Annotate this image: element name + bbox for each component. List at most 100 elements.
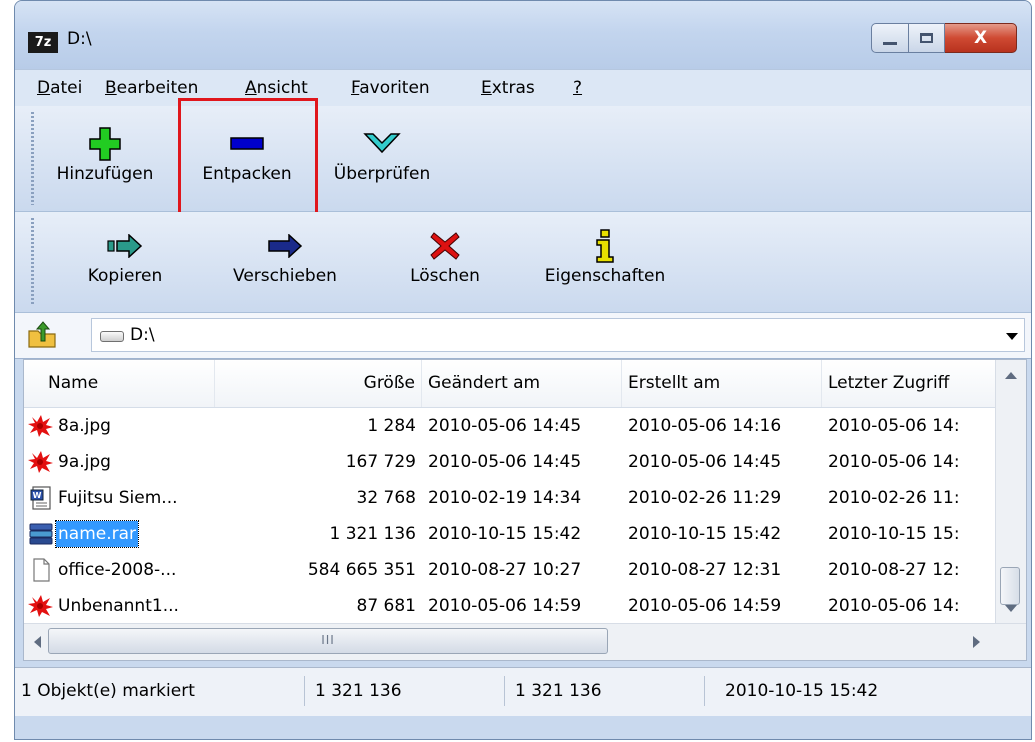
app-window: 7z D:\ X Datei Bearbeiten Ansicht Favori… xyxy=(14,0,1032,740)
file-size-cell: 584 665 351 xyxy=(307,560,416,580)
move-button[interactable]: Verschieben xyxy=(215,226,355,286)
add-button[interactable]: Hinzufügen xyxy=(39,124,171,184)
properties-label: Eigenschaften xyxy=(544,266,666,286)
file-name-label: Fujitsu Siem... xyxy=(58,488,178,508)
table-row[interactable]: Unbenannt1... 87 681 2010-05-06 14:59 2010-… xyxy=(24,588,996,624)
file-name-label: 8a.jpg xyxy=(58,416,111,436)
file-accessed-cell: 2010-08-27 12: xyxy=(828,560,960,580)
delete-button[interactable]: Löschen xyxy=(395,226,495,286)
file-modified-cell: 2010-05-06 14:45 xyxy=(428,416,582,436)
path-text: D:\ xyxy=(130,325,155,345)
file-accessed-cell: 2010-10-15 15: xyxy=(828,524,960,544)
table-row[interactable]: 9a.jpg 167 729 2010-05-06 14:45 2010-05-06 … xyxy=(24,444,996,480)
close-icon: X xyxy=(973,28,988,48)
file-list: Name Größe Geändert am Erstellt am Letzt… xyxy=(23,359,1027,661)
drive-icon xyxy=(100,331,124,342)
menu-extras[interactable]: Extras xyxy=(481,78,535,98)
path-combobox[interactable]: D:\ xyxy=(91,318,1025,352)
app-logo-icon: 7z xyxy=(28,32,58,53)
file-name-cell: Unbenannt1... xyxy=(24,588,215,624)
title-bar[interactable]: 7z D:\ X xyxy=(15,1,1031,69)
image-file-icon xyxy=(28,594,54,618)
file-name-label: Unbenannt1... xyxy=(58,596,179,616)
rar-archive-icon xyxy=(28,522,54,546)
move-arrow-icon xyxy=(215,226,355,266)
chevron-down-icon[interactable] xyxy=(1006,333,1018,340)
file-accessed-cell: 2010-05-06 14: xyxy=(828,452,960,472)
menu-favoriten[interactable]: Favoriten xyxy=(351,78,430,98)
info-icon xyxy=(535,226,675,266)
menu-accelerator: ? xyxy=(573,78,583,98)
maximize-icon xyxy=(920,33,933,43)
status-bar: 1 Objekt(e) markiert 1 321 136 1 321 136… xyxy=(15,667,1031,716)
menu-bearbeiten[interactable]: Bearbeiten xyxy=(105,78,198,98)
menu-label: avoriten xyxy=(359,78,430,98)
file-size-cell: 32 768 xyxy=(356,488,416,508)
table-row[interactable]: name.rar 1 321 136 2010-10-15 15:42 2010-10… xyxy=(24,516,996,552)
menu-ansicht[interactable]: Ansicht xyxy=(245,78,308,98)
file-size-cell: 1 284 xyxy=(367,416,416,436)
file-name-cell: office-2008-... xyxy=(24,552,215,588)
test-button[interactable]: Überprüfen xyxy=(319,124,445,184)
highlight-annotation xyxy=(178,98,318,216)
checkmark-icon xyxy=(319,124,445,164)
vertical-scrollbar[interactable] xyxy=(995,360,1026,624)
table-row[interactable]: W Fujitsu Siem... 32 768 2010-02-19 14:34 20… xyxy=(24,480,996,516)
menu-bar: Datei Bearbeiten Ansicht Favoriten Extra… xyxy=(15,69,1031,107)
file-toolbar: Kopieren Verschieben Löschen Eigenschaft… xyxy=(15,212,1031,313)
image-file-icon xyxy=(28,414,54,438)
scrollbar-corner xyxy=(996,624,1026,660)
menu-label: atei xyxy=(50,78,83,98)
file-modified-cell: 2010-05-06 14:59 xyxy=(428,596,582,616)
file-modified-cell: 2010-02-19 14:34 xyxy=(428,488,582,508)
add-label: Hinzufügen xyxy=(56,164,154,184)
minimize-button[interactable] xyxy=(871,23,909,53)
blank-file-icon xyxy=(28,558,54,582)
scroll-right-icon[interactable] xyxy=(973,636,980,648)
column-modified[interactable]: Geändert am xyxy=(422,360,622,407)
vertical-scroll-thumb[interactable] xyxy=(1000,567,1020,605)
file-size-cell: 167 729 xyxy=(345,452,416,472)
column-name[interactable]: Name xyxy=(24,360,215,407)
maximize-button[interactable] xyxy=(909,23,945,53)
menu-help[interactable]: ? xyxy=(573,78,582,98)
copy-label: Kopieren xyxy=(87,266,163,286)
copy-button[interactable]: Kopieren xyxy=(65,226,185,286)
scroll-left-icon[interactable] xyxy=(34,636,41,648)
menu-label: earbeiten xyxy=(116,78,199,98)
table-row[interactable]: office-2008-... 584 665 351 2010-08-27 10:… xyxy=(24,552,996,588)
file-name-cell: 8a.jpg xyxy=(24,408,215,444)
scroll-up-icon[interactable] xyxy=(1005,372,1017,379)
close-button[interactable]: X xyxy=(945,23,1017,53)
horizontal-scroll-thumb[interactable]: III xyxy=(48,628,608,654)
toolbar-grip[interactable] xyxy=(31,112,34,205)
properties-button[interactable]: Eigenschaften xyxy=(535,226,675,286)
file-name-label: name.rar xyxy=(54,520,140,548)
column-size[interactable]: Größe xyxy=(215,360,422,407)
status-selection: 1 Objekt(e) markiert xyxy=(15,676,305,706)
delete-x-icon xyxy=(395,226,495,266)
file-created-cell: 2010-08-27 12:31 xyxy=(628,560,782,580)
file-modified-cell: 2010-10-15 15:42 xyxy=(428,524,582,544)
file-created-cell: 2010-05-06 14:59 xyxy=(628,596,782,616)
column-accessed[interactable]: Letzter Zugriff xyxy=(822,360,1002,407)
file-created-cell: 2010-10-15 15:42 xyxy=(628,524,782,544)
up-folder-button[interactable] xyxy=(27,321,57,349)
delete-label: Löschen xyxy=(410,266,480,286)
status-packed-size: 1 321 136 xyxy=(505,676,705,706)
address-bar: D:\ xyxy=(15,313,1031,359)
menu-datei[interactable]: Datei xyxy=(37,78,82,98)
column-created[interactable]: Erstellt am xyxy=(622,360,822,407)
word-doc-icon: W xyxy=(28,486,54,510)
scroll-down-icon[interactable] xyxy=(1005,605,1017,612)
file-accessed-cell: 2010-05-06 14: xyxy=(828,416,960,436)
file-size-cell: 87 681 xyxy=(356,596,416,616)
horizontal-scrollbar[interactable]: III xyxy=(24,623,1026,660)
file-name-label: 9a.jpg xyxy=(58,452,111,472)
move-label: Verschieben xyxy=(233,266,337,286)
archive-toolbar: Hinzufügen Entpacken Überprüfen xyxy=(15,106,1031,212)
menu-accelerator: B xyxy=(105,78,117,98)
menu-accelerator: D xyxy=(37,78,51,98)
toolbar-grip[interactable] xyxy=(31,218,34,306)
table-row[interactable]: 8a.jpg 1 284 2010-05-06 14:45 2010-05-06 14… xyxy=(24,408,996,444)
